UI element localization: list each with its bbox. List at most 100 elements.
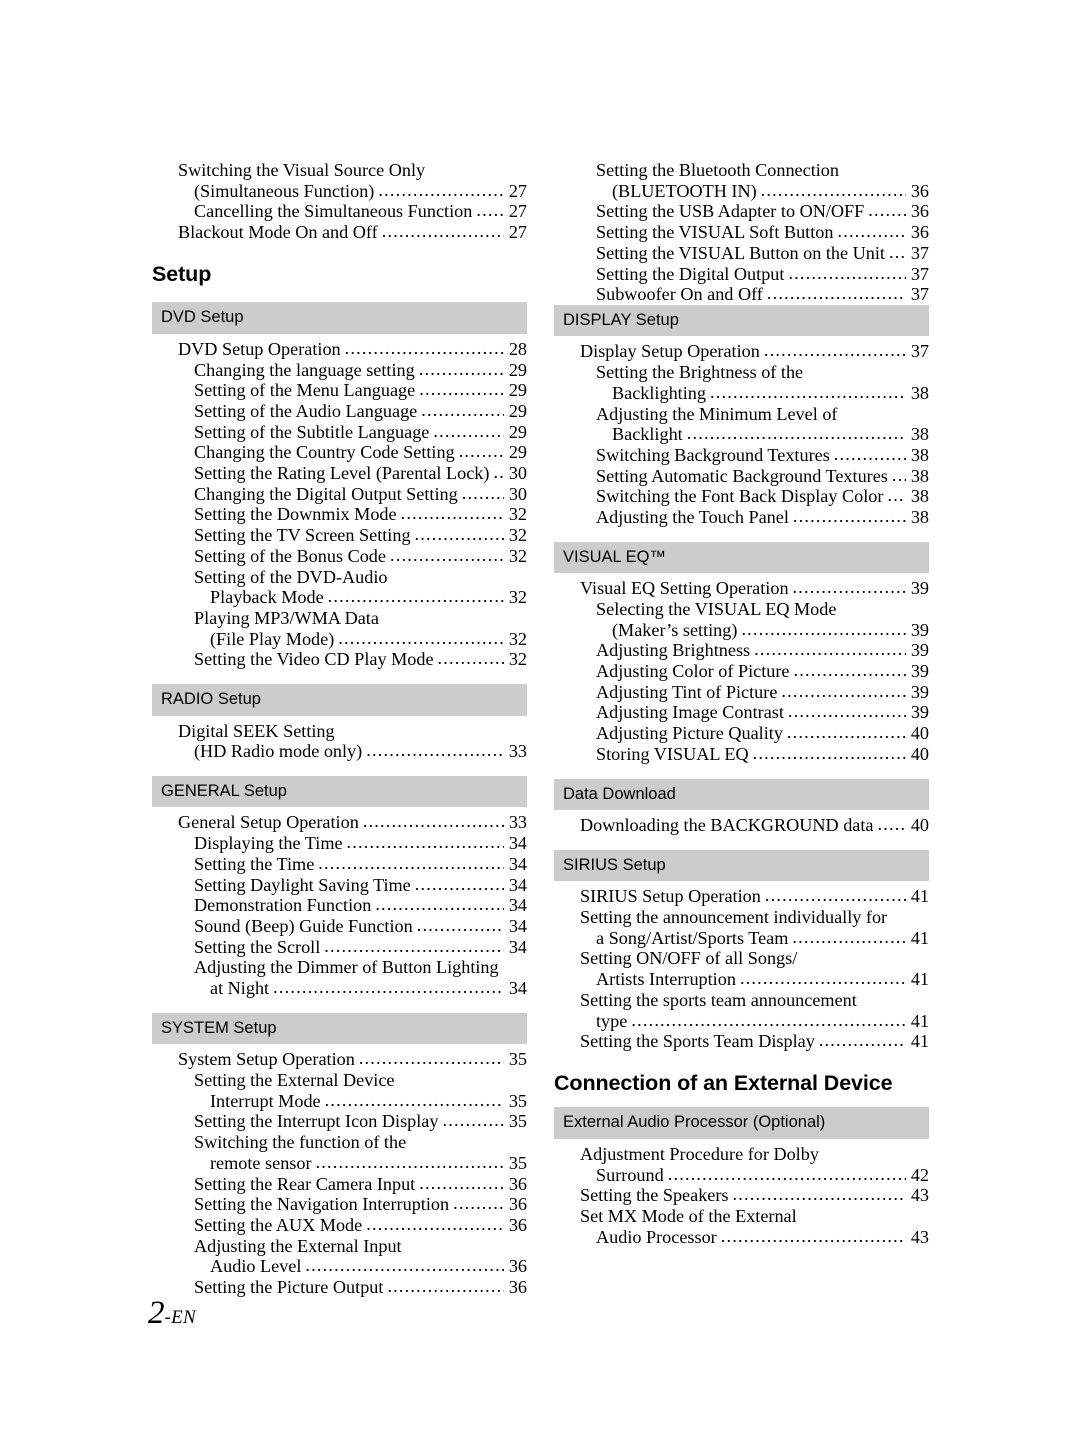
toc-entry[interactable]: Setting the Speakers....................… [554, 1184, 929, 1206]
toc-entry[interactable]: Switching the Font Back Display Color...… [554, 485, 929, 507]
toc-entry[interactable]: Adjusting Brightness....................… [554, 639, 929, 661]
section-entries: Visual EQ Setting Operation.............… [554, 577, 929, 765]
toc-entry[interactable]: General Setup Operation.................… [152, 811, 527, 833]
toc-entry[interactable]: Switching Background Textures...........… [554, 444, 929, 466]
toc-entry-label: Setting the Speakers [580, 1185, 729, 1206]
toc-entry[interactable]: Demonstration Function..................… [152, 894, 527, 916]
toc-entry[interactable]: Downloading the BACKGROUND data.........… [554, 814, 929, 836]
toc-entry-label: Setting Automatic Background Textures [596, 465, 888, 486]
toc-entry[interactable]: remote sensor...........................… [152, 1152, 527, 1174]
toc-entry[interactable]: Backlighting............................… [554, 382, 929, 404]
toc-entry[interactable]: Setting the Navigation Interruption.....… [152, 1193, 527, 1215]
toc-entry[interactable]: Setting of the Subtitle Language........… [152, 421, 527, 443]
toc-dot-leader: ........................................… [786, 722, 906, 743]
toc-entry[interactable]: Setting the Time........................… [152, 853, 527, 875]
toc-entry[interactable]: Setting the Video CD Play Mode..........… [152, 648, 527, 670]
toc-entry[interactable]: Setting the TV Screen Setting...........… [152, 524, 527, 546]
toc-entry[interactable]: Backlight...............................… [554, 423, 929, 445]
toc-entry[interactable]: Setting the Rating Level (Parental Lock)… [152, 462, 527, 484]
toc-entry[interactable]: Changing the Digital Output Setting.....… [152, 483, 527, 505]
toc-entry[interactable]: Adjusting Color of Picture..............… [554, 660, 929, 682]
toc-entry[interactable]: Storing VISUAL EQ.......................… [554, 742, 929, 765]
toc-entry[interactable]: Setting the Interrupt Icon Display......… [152, 1110, 527, 1132]
toc-entry[interactable]: SIRIUS Setup Operation..................… [554, 885, 929, 907]
toc-entry[interactable]: Setting of the Audio Language...........… [152, 400, 527, 422]
toc-entry[interactable]: Adjusting the Dimmer of Button Lighting.… [152, 957, 527, 978]
toc-entry-label: Setting the Interrupt Icon Display [194, 1111, 439, 1132]
toc-entry[interactable]: (Simultaneous Function).................… [152, 180, 527, 202]
toc-entry[interactable]: Playback Mode...........................… [152, 586, 527, 608]
toc-entry[interactable]: Setting the External Device.............… [152, 1070, 527, 1091]
toc-entry[interactable]: Setting of the Bonus Code...............… [152, 545, 527, 567]
toc-dot-leader: ........................................… [346, 832, 504, 853]
toc-entry[interactable]: System Setup Operation..................… [152, 1048, 527, 1070]
toc-entry-label: Setting of the Menu Language [194, 380, 416, 401]
toc-dot-leader: ........................................… [752, 742, 906, 763]
toc-entry-label: Setting the USB Adapter to ON/OFF [596, 201, 865, 222]
toc-entry[interactable]: Setting ON/OFF of all Songs/............… [554, 948, 929, 969]
toc-entry[interactable]: a Song/Artist/Sports Team...............… [554, 927, 929, 949]
toc-entry[interactable]: Selecting the VISUAL EQ Mode............… [554, 599, 929, 620]
section-band-header: Data Download [554, 778, 929, 811]
toc-entry[interactable]: Adjusting the Touch Panel...............… [554, 506, 929, 528]
toc-entry[interactable]: Setting the announcement individually fo… [554, 907, 929, 928]
toc-entry[interactable]: Setting of the Menu Language............… [152, 379, 527, 401]
toc-entry[interactable]: Switching the function of the...........… [152, 1132, 527, 1153]
toc-entry[interactable]: Cancelling the Simultaneous Function....… [152, 200, 527, 222]
section-band-header: SYSTEM Setup [152, 1012, 527, 1045]
toc-entry[interactable]: Setting the VISUAL Button on the Unit...… [554, 242, 929, 264]
toc-entry[interactable]: Digital SEEK Setting....................… [152, 721, 527, 742]
toc-entry[interactable]: Set MX Mode of the External.............… [554, 1206, 929, 1227]
toc-entry[interactable]: Setting the Bluetooth Connection........… [554, 160, 929, 181]
toc-entry[interactable]: Setting the AUX Mode....................… [152, 1214, 527, 1236]
toc-entry[interactable]: Surround................................… [554, 1164, 929, 1186]
toc-entry[interactable]: Interrupt Mode..........................… [152, 1090, 527, 1112]
toc-entry[interactable]: Adjusting Picture Quality...............… [554, 722, 929, 744]
toc-entry[interactable]: Adjusting the Minimum Level of..........… [554, 404, 929, 425]
toc-entry[interactable]: (Maker’s setting).......................… [554, 619, 929, 641]
toc-dot-leader: ........................................… [493, 462, 504, 483]
toc-entry[interactable]: Setting the VISUAL Soft Button..........… [554, 221, 929, 243]
toc-entry[interactable]: Adjustment Procedure for Dolby..........… [554, 1144, 929, 1165]
toc-entry-label: Setting the Navigation Interruption [194, 1194, 450, 1215]
toc-entry[interactable]: Adjusting Tint of Picture...............… [554, 681, 929, 703]
toc-entry[interactable]: Setting of the DVD-Audio................… [152, 567, 527, 588]
toc-entry[interactable]: Displaying the Time.....................… [152, 832, 527, 854]
toc-entry[interactable]: Playing MP3/WMA Data....................… [152, 608, 527, 629]
toc-entry-label: (HD Radio mode only) [194, 741, 363, 762]
toc-entry[interactable]: (File Play Mode)........................… [152, 628, 527, 650]
right-sections-after-title: External Audio Processor (Optional) Adjus… [554, 1107, 929, 1247]
toc-entry[interactable]: (BLUETOOTH IN)..........................… [554, 180, 929, 202]
toc-entry[interactable]: Blackout Mode On and Off................… [152, 221, 527, 243]
toc-entry[interactable]: Setting the USB Adapter to ON/OFF.......… [554, 200, 929, 222]
toc-entry[interactable]: Setting the Scroll......................… [152, 936, 527, 958]
toc-entry[interactable]: Setting Daylight Saving Time............… [152, 874, 527, 896]
toc-entry[interactable]: Setting the Sports Team Display.........… [554, 1030, 929, 1052]
toc-entry[interactable]: Changing the Country Code Setting.......… [152, 441, 527, 463]
toc-entry[interactable]: Sound (Beep) Guide Function.............… [152, 915, 527, 937]
section-entries: System Setup Operation..................… [152, 1048, 527, 1298]
toc-entry[interactable]: Display Setup Operation.................… [554, 340, 929, 362]
toc-entry[interactable]: Artists Interruption....................… [554, 968, 929, 990]
toc-entry[interactable]: Visual EQ Setting Operation.............… [554, 577, 929, 599]
toc-entry[interactable]: Switching the Visual Source Only........… [152, 160, 527, 181]
toc-entry[interactable]: Adjusting Image Contrast................… [554, 701, 929, 723]
toc-entry[interactable]: Audio Level.............................… [152, 1255, 527, 1277]
toc-entry[interactable]: at Night................................… [152, 977, 527, 999]
toc-entry[interactable]: Subwoofer On and Off....................… [554, 283, 929, 305]
toc-entry[interactable]: Setting the Downmix Mode................… [152, 503, 527, 525]
toc-entry[interactable]: Setting the Rear Camera Input...........… [152, 1173, 527, 1195]
toc-entry-page-number: 29 [508, 359, 527, 380]
toc-entry[interactable]: Setting the sports team announcement....… [554, 990, 929, 1011]
toc-entry[interactable]: Adjusting the External Input............… [152, 1236, 527, 1257]
toc-entry-page-number: 34 [508, 895, 527, 916]
toc-entry[interactable]: (HD Radio mode only)....................… [152, 740, 527, 762]
toc-entry[interactable]: Setting the Brightness of the...........… [554, 362, 929, 383]
toc-entry[interactable]: Setting the Digital Output..............… [554, 263, 929, 285]
toc-entry[interactable]: Audio Processor.........................… [554, 1226, 929, 1248]
toc-entry[interactable]: type....................................… [554, 1010, 929, 1032]
toc-entry[interactable]: Setting the Picture Output..............… [152, 1276, 527, 1298]
toc-entry[interactable]: DVD Setup Operation.....................… [152, 338, 527, 360]
toc-entry[interactable]: Changing the language setting...........… [152, 359, 527, 381]
toc-entry[interactable]: Setting Automatic Background Textures...… [554, 465, 929, 487]
